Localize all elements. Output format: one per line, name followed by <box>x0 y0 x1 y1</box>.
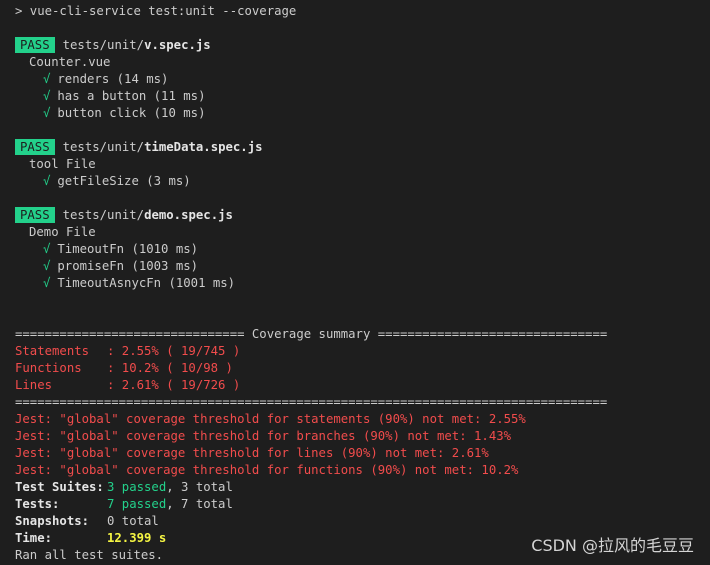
check-icon: √ <box>43 259 51 273</box>
check-icon: √ <box>43 242 51 256</box>
check-icon: √ <box>43 276 51 290</box>
suite-file: v.spec.js <box>144 38 211 52</box>
test-result: √ has a button (11 ms) <box>43 89 206 103</box>
coverage-row-lines: Lines: 2.61% ( 19/726 ) <box>15 378 241 392</box>
check-icon: √ <box>43 72 51 86</box>
command-line: > vue-cli-service test:unit --coverage <box>15 4 297 18</box>
pass-badge: PASS <box>15 207 55 223</box>
coverage-row-statements: Statements: 2.55% ( 19/745 ) <box>15 344 241 358</box>
test-result: √ button click (10 ms) <box>43 106 206 120</box>
suite-path: tests/unit/ <box>62 38 145 52</box>
pass-badge: PASS <box>15 37 55 53</box>
summary-suites: Test Suites: 3 passed, 3 total <box>15 480 233 494</box>
test-result: √ promiseFn (1003 ms) <box>43 259 199 273</box>
suite-header: PASS tests/unit/v.spec.js <box>15 37 710 54</box>
suite-header: PASS tests/unit/demo.spec.js <box>15 207 710 224</box>
test-result: √ renders (14 ms) <box>43 72 169 86</box>
describe-label: tool File <box>29 157 96 171</box>
test-result: √ TimeoutFn (1010 ms) <box>43 242 199 256</box>
suite-file: demo.spec.js <box>144 208 233 222</box>
coverage-footer: ========================================… <box>15 395 608 409</box>
suite-path: tests/unit/ <box>62 140 145 154</box>
summary-tests: Tests: 7 passed, 7 total <box>15 497 233 511</box>
suite-file: timeData.spec.js <box>144 140 263 154</box>
test-result: √ TimeoutAsnycFn (1001 ms) <box>43 276 236 290</box>
threshold-error: Jest: "global" coverage threshold for st… <box>15 412 526 426</box>
watermark: CSDN @拉风的毛豆豆 <box>531 536 694 555</box>
threshold-error: Jest: "global" coverage threshold for fu… <box>15 463 519 477</box>
coverage-row-functions: Functions: 10.2% ( 10/98 ) <box>15 361 233 375</box>
check-icon: √ <box>43 89 51 103</box>
test-result: √ getFileSize (3 ms) <box>43 174 191 188</box>
coverage-header: =============================== Coverage… <box>15 327 608 341</box>
threshold-error: Jest: "global" coverage threshold for br… <box>15 429 512 443</box>
suite-header: PASS tests/unit/timeData.spec.js <box>15 139 710 156</box>
describe-label: Demo File <box>29 225 96 239</box>
pass-badge: PASS <box>15 139 55 155</box>
summary-snapshots: Snapshots: 0 total <box>15 514 159 528</box>
terminal-output[interactable]: > vue-cli-service test:unit --coverage P… <box>0 0 710 565</box>
suite-path: tests/unit/ <box>62 208 145 222</box>
check-icon: √ <box>43 174 51 188</box>
threshold-error: Jest: "global" coverage threshold for li… <box>15 446 489 460</box>
check-icon: √ <box>43 106 51 120</box>
describe-label: Counter.vue <box>29 55 111 69</box>
